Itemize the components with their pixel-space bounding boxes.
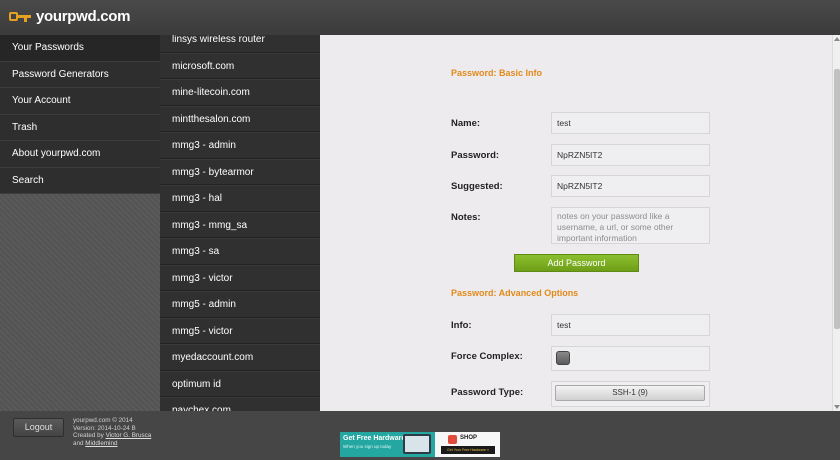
and-text: and bbox=[73, 439, 84, 447]
force-complex-field bbox=[551, 346, 710, 371]
password-type-label: Password Type: bbox=[451, 387, 524, 398]
footer: Logout yourpwd.com © 2014 Version: 2014-… bbox=[0, 411, 840, 460]
name-input[interactable]: test bbox=[551, 112, 710, 134]
menu-item-search[interactable]: Search bbox=[0, 167, 160, 194]
ad-shop-panel: SHOP Get Your Free Hardware » bbox=[435, 432, 500, 457]
logo[interactable]: yourpwd.com bbox=[9, 8, 131, 25]
suggested-input[interactable]: NpRZN5IT2 bbox=[551, 175, 710, 197]
ad-shop-label: SHOP bbox=[460, 435, 478, 441]
logo-text: yourpwd.com bbox=[36, 8, 131, 25]
menu-item-your-account[interactable]: Your Account bbox=[0, 88, 160, 115]
password-label: Password: bbox=[451, 150, 500, 161]
password-list-item[interactable]: myedaccount.com bbox=[160, 344, 320, 371]
menu-item-your-passwords[interactable]: Your Passwords bbox=[0, 35, 160, 62]
ad-banner[interactable]: Get Free Hardware When you sign up today… bbox=[340, 432, 500, 457]
password-list-item[interactable]: mmg3 - victor bbox=[160, 264, 320, 291]
ad-title: Get Free Hardware bbox=[343, 435, 406, 442]
notes-textarea[interactable]: notes on your password like a username, … bbox=[551, 207, 710, 244]
menu-item-trash[interactable]: Trash bbox=[0, 114, 160, 141]
info-input[interactable]: test bbox=[551, 314, 710, 336]
credits-line-2: and Middlemind bbox=[73, 440, 151, 448]
top-bar: yourpwd.com bbox=[0, 0, 840, 35]
password-list-item[interactable]: mmg5 - victor bbox=[160, 317, 320, 344]
main-menu: Your Passwords Password Generators Your … bbox=[0, 35, 160, 411]
shopping-bag-icon bbox=[448, 435, 457, 444]
tablet-icon bbox=[403, 434, 431, 454]
password-list-item[interactable]: linsys wireless router bbox=[160, 35, 320, 53]
key-icon bbox=[9, 10, 33, 24]
version-text: Version: 2014-10-24 B bbox=[73, 424, 136, 432]
force-complex-label: Force Complex: bbox=[451, 351, 523, 362]
scroll-down-icon[interactable] bbox=[834, 405, 840, 409]
password-list-item[interactable]: mintthesalon.com bbox=[160, 105, 320, 132]
password-list-item[interactable]: mmg3 - bytearmor bbox=[160, 158, 320, 185]
add-password-button[interactable]: Add Password bbox=[514, 254, 639, 272]
main-scrollbar[interactable] bbox=[832, 35, 840, 411]
logout-button[interactable]: Logout bbox=[13, 418, 64, 437]
scroll-thumb[interactable] bbox=[834, 69, 840, 329]
password-list-item[interactable]: mmg3 - admin bbox=[160, 132, 320, 159]
password-list-item[interactable]: mmg3 - mmg_sa bbox=[160, 211, 320, 238]
name-label: Name: bbox=[451, 118, 481, 129]
menu-item-password-generators[interactable]: Password Generators bbox=[0, 61, 160, 88]
credits-line: Created by Victor G. Brusca bbox=[73, 432, 151, 440]
basic-info-title: Password: Basic Info bbox=[451, 68, 543, 78]
copyright-text: yourpwd.com © 2014 bbox=[73, 417, 133, 424]
password-list-item[interactable]: mmg3 - sa bbox=[160, 238, 320, 265]
menu-item-about[interactable]: About yourpwd.com bbox=[0, 141, 160, 168]
info-label: Info: bbox=[451, 320, 472, 331]
force-complex-checkbox[interactable] bbox=[556, 351, 570, 365]
company-link[interactable]: Middlemind bbox=[85, 440, 117, 447]
password-list-item[interactable]: mmg3 - hal bbox=[160, 185, 320, 212]
suggested-label: Suggested: bbox=[451, 181, 503, 192]
author-link[interactable]: Victor G. Brusca bbox=[106, 432, 152, 439]
password-list-item[interactable]: mine-litecoin.com bbox=[160, 79, 320, 106]
password-list-item[interactable]: microsoft.com bbox=[160, 52, 320, 79]
scroll-up-icon[interactable] bbox=[834, 37, 840, 41]
password-form: Password: Basic Info Name: test Password… bbox=[320, 35, 832, 411]
password-input[interactable]: NpRZN5IT2 bbox=[551, 144, 710, 166]
ad-cta[interactable]: Get Your Free Hardware » bbox=[441, 446, 495, 454]
password-list-item[interactable]: mmg5 - admin bbox=[160, 291, 320, 318]
footer-info: yourpwd.com © 2014 Version: 2014-10-24 B… bbox=[73, 417, 151, 447]
password-list-item[interactable]: paychex.com bbox=[160, 397, 320, 411]
password-list-item[interactable]: optimum id bbox=[160, 370, 320, 397]
created-by-text: Created by bbox=[73, 432, 104, 440]
password-list: linsys wireless router microsoft.com min… bbox=[160, 35, 320, 411]
advanced-options-title: Password: Advanced Options bbox=[451, 288, 579, 298]
password-type-field: SSH-1 (9) bbox=[551, 381, 710, 407]
password-type-select[interactable]: SSH-1 (9) bbox=[555, 385, 705, 401]
notes-label: Notes: bbox=[451, 212, 481, 223]
ad-subtitle: When you sign up today bbox=[343, 444, 392, 449]
